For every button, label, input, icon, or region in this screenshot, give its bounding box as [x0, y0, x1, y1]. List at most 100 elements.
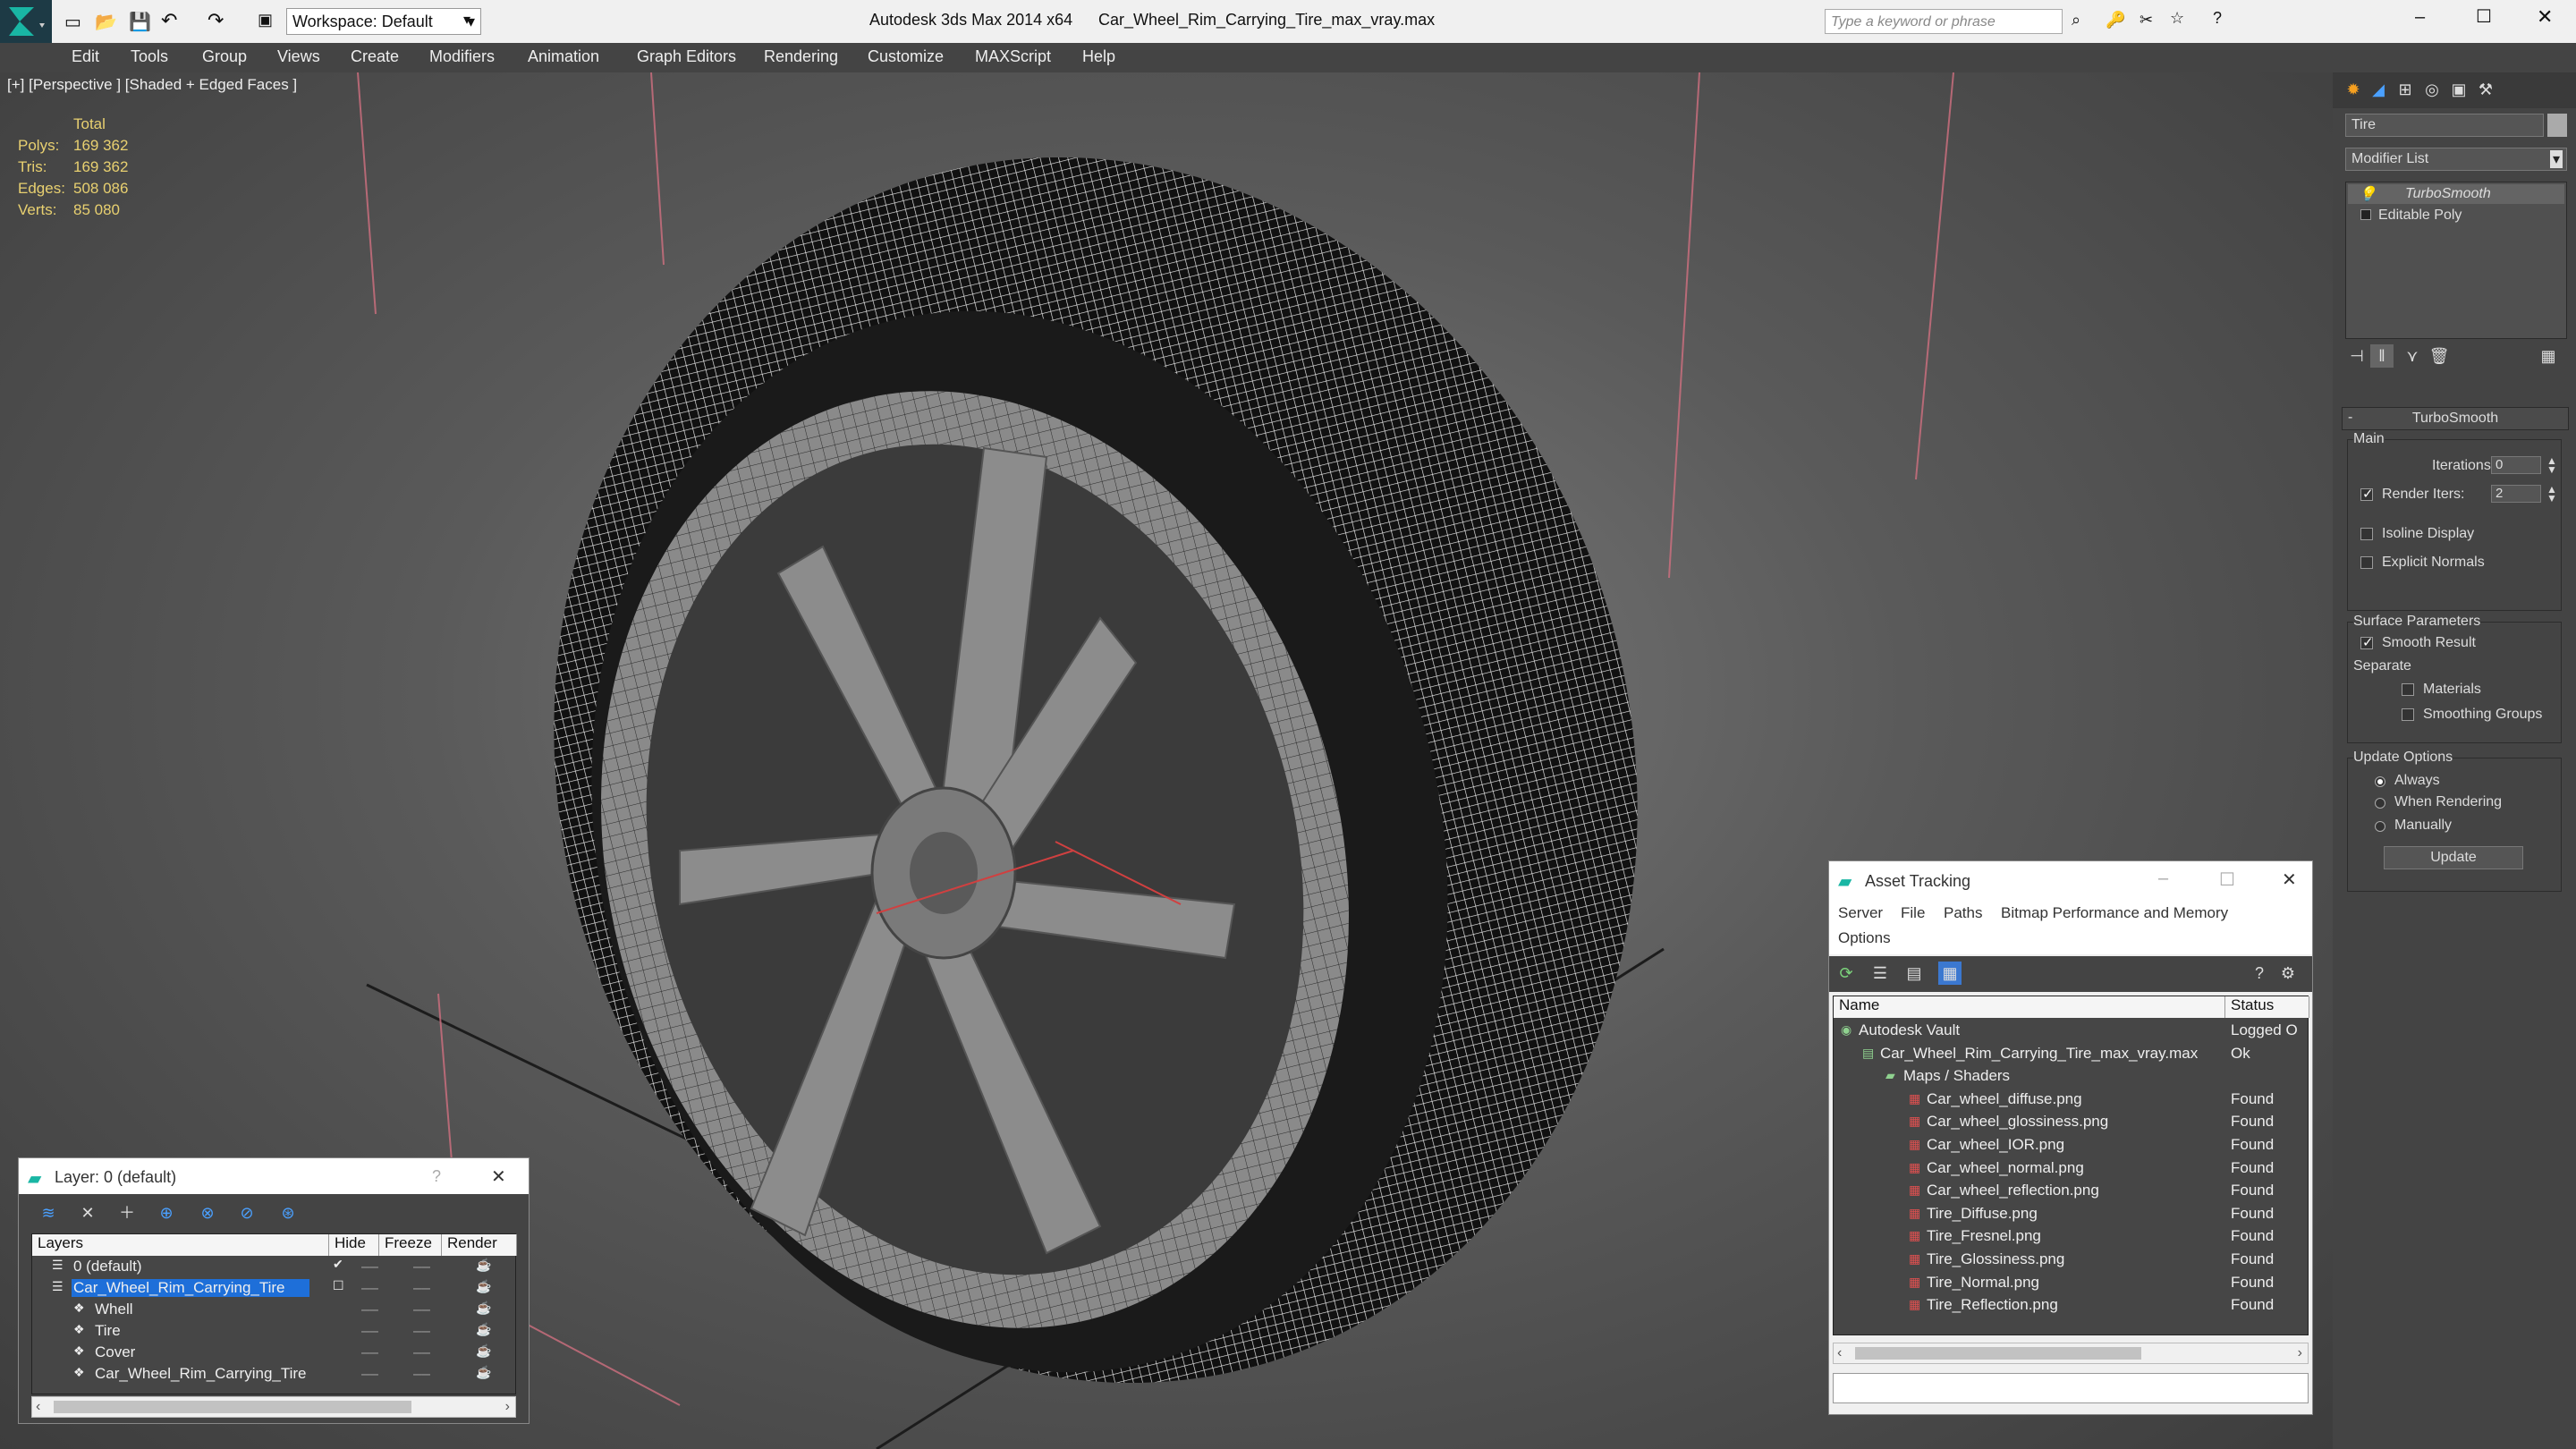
binoculars-icon[interactable]: ⌕: [2072, 11, 2080, 30]
refresh-icon[interactable]: ⟳: [1835, 962, 1858, 985]
project-folder-icon[interactable]: ▣: [258, 11, 273, 30]
materials-checkbox[interactable]: [2402, 683, 2414, 696]
settings-icon[interactable]: ⚙: [2276, 962, 2300, 985]
table-view-icon[interactable]: ▦: [1938, 962, 1962, 985]
col-status-header[interactable]: Status: [2225, 996, 2309, 1018]
communication-icon[interactable]: ✂: [2140, 11, 2153, 30]
asset-row[interactable]: ▦ Car_wheel_glossiness.png Found: [1834, 1111, 2309, 1134]
stack-item-editable-poly[interactable]: Editable Poly: [2348, 206, 2564, 225]
expand-icon[interactable]: [2360, 209, 2371, 220]
freeze-toggle[interactable]: ––: [413, 1258, 430, 1275]
display-tab-icon[interactable]: ▣: [2447, 78, 2470, 101]
list-view-icon[interactable]: ☰: [1868, 962, 1892, 985]
asset-row[interactable]: ◉ Autodesk Vault Logged O: [1834, 1020, 2309, 1043]
col-freeze-header[interactable]: Freeze: [379, 1234, 442, 1256]
highlight-layer-icon[interactable]: ⊘: [235, 1201, 258, 1224]
subscription-icon[interactable]: 🔑: [2106, 11, 2125, 30]
remove-modifier-icon[interactable]: 🗑: [2428, 344, 2451, 368]
minimize-icon[interactable]: –: [2158, 869, 2168, 889]
layer-row[interactable]: ☰ Car_Wheel_Rim_Carrying_Tire ☐ –– –– ☕: [32, 1277, 517, 1299]
always-radio[interactable]: [2375, 776, 2385, 787]
object-name-field[interactable]: Tire: [2345, 114, 2544, 137]
asset-row[interactable]: ▦ Car_wheel_diffuse.png Found: [1834, 1089, 2309, 1112]
modify-tab-icon[interactable]: ◢: [2367, 78, 2390, 101]
smoothing-groups-checkbox[interactable]: [2402, 708, 2414, 721]
render-teapot-icon[interactable]: ☕: [476, 1322, 491, 1337]
menu-edit[interactable]: Edit: [72, 47, 99, 66]
new-file-icon[interactable]: ▭: [64, 11, 81, 33]
layer-row[interactable]: ❖ Cover –– –– ☕: [32, 1342, 517, 1363]
scroll-right-icon[interactable]: ›: [2298, 1345, 2302, 1361]
menu-group[interactable]: Group: [202, 47, 247, 66]
save-file-icon[interactable]: 💾: [129, 11, 151, 33]
lightbulb-icon[interactable]: 💡: [2359, 185, 2377, 203]
col-hide-header[interactable]: Hide: [329, 1234, 379, 1256]
modifier-list-dropdown[interactable]: Modifier List ▾: [2345, 148, 2567, 171]
show-end-result-icon[interactable]: ‖: [2370, 344, 2394, 368]
configure-sets-icon[interactable]: ▦: [2537, 344, 2560, 368]
asset-row[interactable]: ▦ Tire_Glossiness.png Found: [1834, 1249, 2309, 1272]
asset-row[interactable]: ▦ Tire_Reflection.png Found: [1834, 1294, 2309, 1318]
search-input[interactable]: Type a keyword or phrase: [1825, 9, 2063, 34]
hide-toggle[interactable]: ––: [361, 1279, 378, 1297]
menu-help[interactable]: Help: [1082, 47, 1115, 66]
menu-animation[interactable]: Animation: [528, 47, 599, 66]
hide-toggle[interactable]: ––: [361, 1258, 378, 1275]
spinner-arrows-icon[interactable]: ▲ ▼: [2546, 455, 2557, 475]
redo-icon[interactable]: ↷: [208, 9, 224, 32]
freeze-toggle[interactable]: ––: [413, 1365, 430, 1383]
workspace-dropdown[interactable]: Workspace: Default ▾: [286, 8, 481, 35]
layer-row[interactable]: ❖ Tire –– –– ☕: [32, 1320, 517, 1342]
utilities-tab-icon[interactable]: ⚒: [2474, 78, 2497, 101]
layer-row[interactable]: ☰ 0 (default) ✔ –– –– ☕: [32, 1256, 517, 1277]
close-icon[interactable]: ✕: [2537, 5, 2553, 29]
scrollbar-thumb[interactable]: [1855, 1347, 2141, 1360]
asset-row[interactable]: ▦ Car_wheel_normal.png Found: [1834, 1157, 2309, 1181]
layer-horizontal-scrollbar[interactable]: ‹ ›: [31, 1396, 516, 1418]
add-to-layer-icon[interactable]: ⊕: [155, 1201, 178, 1224]
render-teapot-icon[interactable]: ☕: [476, 1301, 491, 1316]
delete-layer-icon[interactable]: ✕: [76, 1201, 99, 1224]
layer-row[interactable]: ❖ Car_Wheel_Rim_Carrying_Tire –– –– ☕: [32, 1363, 517, 1385]
menu-graph-editors[interactable]: Graph Editors: [637, 47, 736, 66]
col-name-header[interactable]: Name: [1834, 996, 2225, 1018]
spinner-arrows-icon[interactable]: ▲ ▼: [2546, 484, 2557, 504]
render-teapot-icon[interactable]: ☕: [476, 1343, 491, 1359]
asset-row[interactable]: ▦ Car_wheel_reflection.png Found: [1834, 1180, 2309, 1203]
render-iters-checkbox[interactable]: [2360, 486, 2374, 502]
rollout-header[interactable]: - TurboSmooth: [2342, 407, 2569, 430]
render-teapot-icon[interactable]: ☕: [476, 1258, 491, 1273]
layer-row[interactable]: ❖ Whell –– –– ☕: [32, 1299, 517, 1320]
help-icon[interactable]: ?: [2248, 962, 2271, 985]
freeze-toggle[interactable]: ––: [413, 1322, 430, 1340]
asset-row[interactable]: ▤ Car_Wheel_Rim_Carrying_Tire_max_vray.ma…: [1834, 1043, 2309, 1066]
smooth-result-checkbox[interactable]: [2360, 634, 2374, 650]
create-layer-icon[interactable]: ＋: [115, 1201, 139, 1224]
maximize-icon[interactable]: ☐: [2219, 869, 2235, 891]
active-layer-toggle[interactable]: ☐: [333, 1278, 344, 1293]
layer-titlebar[interactable]: ▰ Layer: 0 (default) ? ✕: [19, 1158, 529, 1194]
active-layer-check-icon[interactable]: ✔: [333, 1257, 343, 1272]
asset-row[interactable]: ▦ Car_wheel_IOR.png Found: [1834, 1134, 2309, 1157]
isoline-display-checkbox[interactable]: [2360, 528, 2373, 540]
asset-menu-bitmap[interactable]: Bitmap Performance and Memory: [2001, 904, 2228, 922]
menu-maxscript[interactable]: MAXScript: [975, 47, 1051, 66]
render-teapot-icon[interactable]: ☕: [476, 1365, 491, 1380]
undo-icon[interactable]: ↶: [161, 9, 177, 32]
asset-row[interactable]: ▦ Tire_Fresnel.png Found: [1834, 1225, 2309, 1249]
menu-customize[interactable]: Customize: [868, 47, 944, 66]
asset-row[interactable]: ▦ Tire_Diffuse.png Found: [1834, 1203, 2309, 1226]
asset-tracking-titlebar[interactable]: ▰ Asset Tracking – ☐ ✕: [1829, 861, 2312, 899]
menu-views[interactable]: Views: [277, 47, 320, 66]
make-unique-icon[interactable]: ⋎: [2401, 344, 2424, 368]
pin-stack-icon[interactable]: ⊣: [2345, 344, 2368, 368]
quick-access-menu-icon[interactable]: ▾: [463, 11, 470, 29]
render-teapot-icon[interactable]: ☕: [476, 1279, 491, 1294]
object-color-swatch[interactable]: [2547, 114, 2567, 137]
render-iters-spinner[interactable]: 2: [2491, 485, 2541, 503]
asset-row[interactable]: ▦ Tire_Normal.png Found: [1834, 1272, 2309, 1295]
menu-create[interactable]: Create: [351, 47, 399, 66]
tree-view-icon[interactable]: ▤: [1902, 962, 1926, 985]
scroll-left-icon[interactable]: ‹: [1837, 1345, 1842, 1361]
asset-menu-paths[interactable]: Paths: [1944, 904, 1982, 922]
